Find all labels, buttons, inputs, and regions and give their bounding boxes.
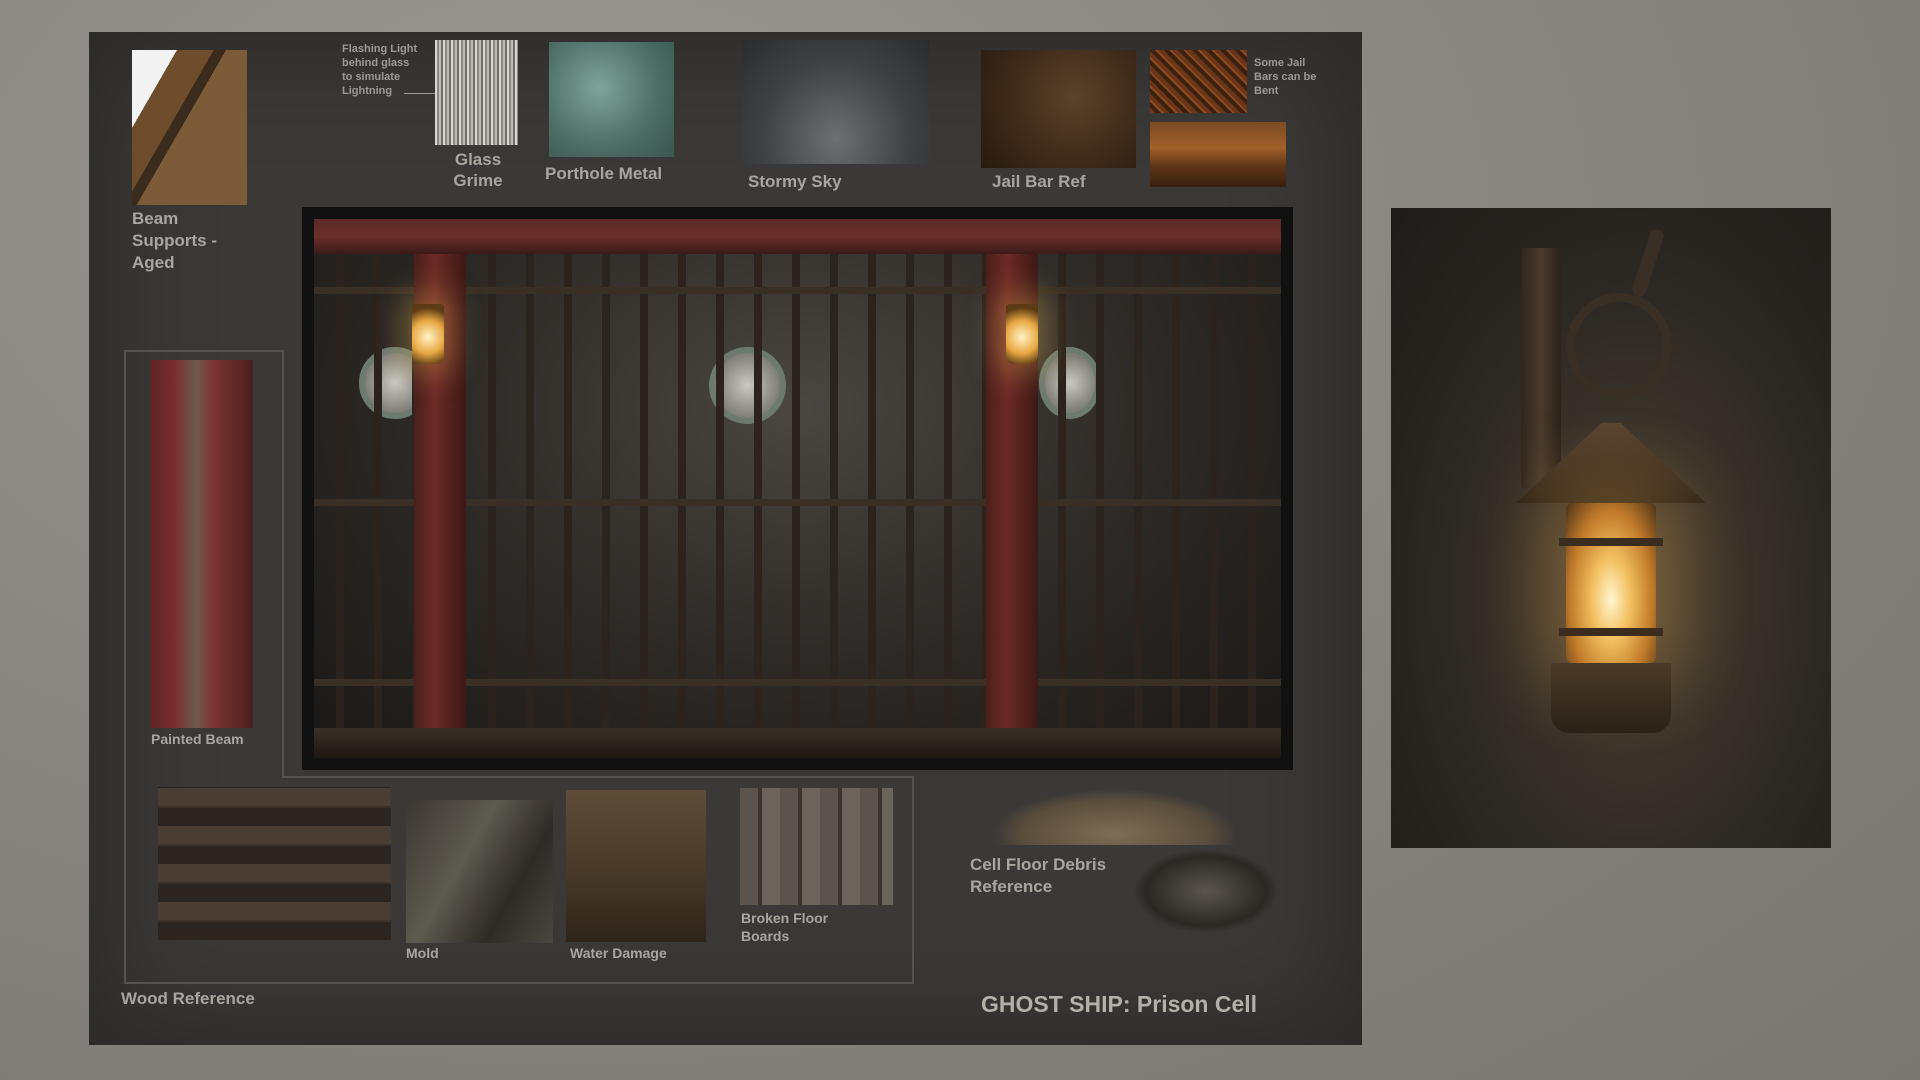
- ceiling-beam: [314, 219, 1281, 254]
- cell-floor: [314, 728, 1281, 758]
- hanging-ring: [1566, 293, 1672, 399]
- lantern-glass-glow: [1566, 503, 1656, 663]
- prison-cell-render: [302, 207, 1293, 770]
- wood-reference-frame-top: [282, 776, 912, 778]
- jail-bar-ref-label: Jail Bar Ref: [992, 172, 1086, 191]
- painted-beam-frame-right: [282, 350, 284, 776]
- water-damage-label: Water Damage: [570, 945, 667, 961]
- beam-supports-label: Beam Supports - Aged: [132, 209, 217, 272]
- porthole-metal-label: Porthole Metal: [545, 164, 663, 183]
- jail-note: Some Jail Bars can be Bent: [1254, 57, 1317, 97]
- painted-beam-frame: [124, 350, 282, 352]
- mold-swatch: [406, 800, 553, 943]
- lantern-left-icon: [412, 304, 444, 364]
- painted-beam-swatch: [150, 360, 253, 728]
- beam-supports-swatch: [132, 50, 247, 205]
- bracket-hook: [1630, 227, 1666, 299]
- porthole-metal-swatch: [549, 42, 674, 157]
- lantern-base: [1551, 663, 1671, 733]
- wood-reference-frame-bottom: [124, 982, 914, 984]
- glass-grime-swatch: [435, 40, 518, 145]
- painted-beam-label: Painted Beam: [151, 731, 244, 747]
- rusted-bar-swatch: [1150, 50, 1247, 113]
- wall-bracket: [1521, 248, 1561, 488]
- broken-floor-label: Broken Floor Boards: [741, 910, 829, 944]
- debris-ref-label: Cell Floor Debris Reference: [970, 855, 1107, 896]
- lantern-band-top: [1559, 538, 1663, 546]
- rock-rubble-swatch: [1135, 850, 1277, 932]
- water-damage-swatch: [566, 790, 706, 942]
- rusted-bar-swatch-2: [1150, 122, 1286, 187]
- wood-reference-frame-right: [912, 776, 914, 982]
- stormy-sky-swatch: [742, 40, 929, 164]
- jail-bar-swatch: [981, 50, 1136, 168]
- broken-floor-swatch: [740, 788, 893, 905]
- wood-planks-swatch: [158, 787, 391, 940]
- wood-reference-label: Wood Reference: [121, 989, 255, 1008]
- glass-grime-label: Glass Grime: [453, 150, 503, 190]
- mold-label: Mold: [406, 945, 439, 961]
- lantern-band-bottom: [1559, 628, 1663, 636]
- debris-pile-swatch: [995, 790, 1235, 845]
- lantern-render: [1391, 208, 1831, 848]
- lantern-right-icon: [1006, 304, 1038, 364]
- stormy-sky-label: Stormy Sky: [748, 172, 842, 191]
- glass-note: Flashing Light behind glass to simulate …: [342, 43, 418, 97]
- wood-reference-frame-left: [124, 352, 126, 982]
- board-title: GHOST SHIP: Prison Cell: [981, 991, 1258, 1017]
